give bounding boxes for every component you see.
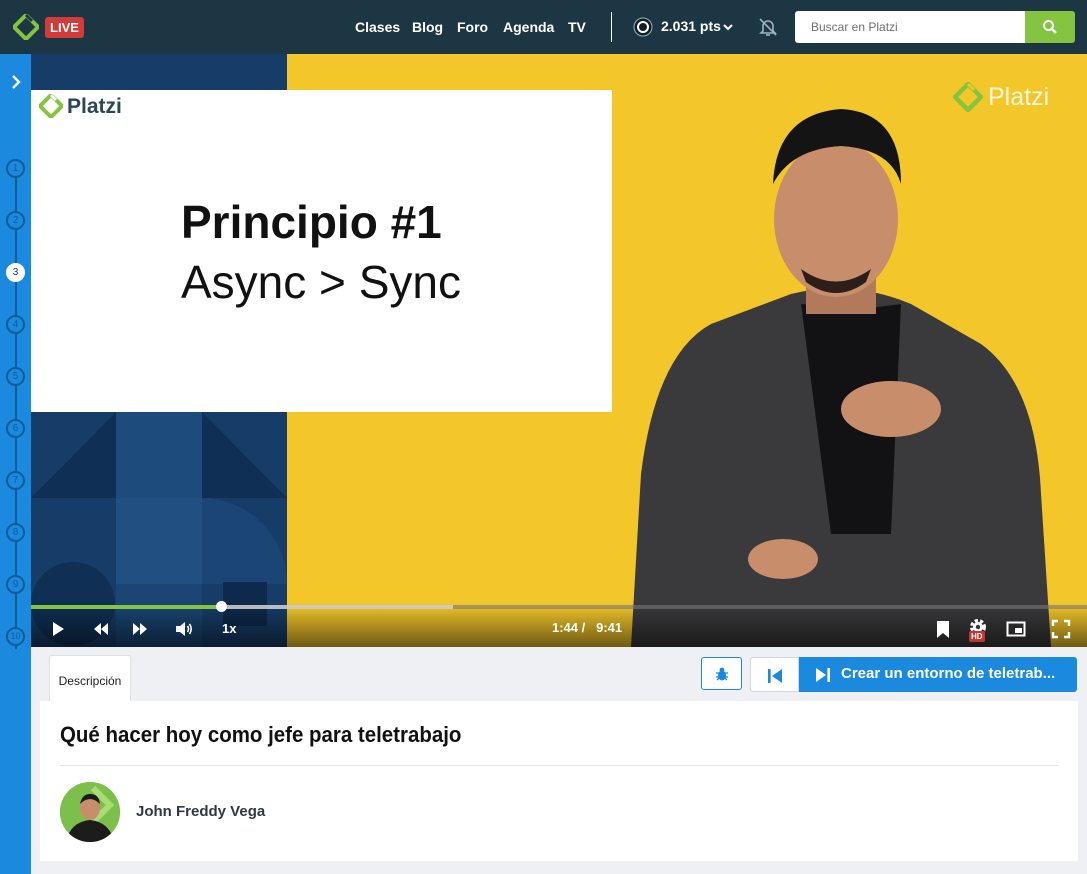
step-9[interactable]: 9 xyxy=(6,575,25,594)
step-5[interactable]: 5 xyxy=(6,367,25,386)
bug-icon xyxy=(716,667,728,681)
nav-foro[interactable]: Foro xyxy=(457,19,488,35)
slide-card: Platzi Principio #1 Async > Sync xyxy=(31,90,612,412)
progress-handle[interactable] xyxy=(216,601,228,612)
search-input[interactable] xyxy=(795,11,1025,43)
nav-divider xyxy=(611,12,612,42)
playback-speed[interactable]: 1x xyxy=(222,621,236,636)
platzi-logo-icon[interactable] xyxy=(13,14,39,40)
volume-icon[interactable] xyxy=(174,619,194,639)
duration: 9:41 xyxy=(596,620,623,635)
class-title: Qué hacer hoy como jefe para teletrabajo xyxy=(60,722,462,747)
step-4[interactable]: 4 xyxy=(6,315,25,334)
points-counter[interactable]: 2.031 pts xyxy=(661,18,721,34)
step-1[interactable]: 1 xyxy=(6,159,25,178)
picture-in-picture-icon[interactable] xyxy=(1006,619,1026,639)
hd-badge: HD xyxy=(969,631,985,642)
play-icon[interactable] xyxy=(48,619,68,639)
live-badge[interactable]: LIVE xyxy=(45,17,84,38)
divider xyxy=(60,765,1058,766)
teacher-avatar[interactable] xyxy=(60,782,120,842)
step-10[interactable]: 10 xyxy=(6,627,25,646)
slide-brand: Platzi xyxy=(67,95,122,118)
chevron-right-icon[interactable] xyxy=(7,73,25,91)
slide-subtitle: Async > Sync xyxy=(181,256,461,308)
platzi-logo-icon xyxy=(39,94,63,118)
next-class-button[interactable]: Crear un entorno de teletrab... xyxy=(799,657,1077,692)
fullscreen-icon[interactable] xyxy=(1051,619,1071,639)
rewind-icon[interactable] xyxy=(91,619,111,639)
forward-icon[interactable] xyxy=(130,619,150,639)
progress-played xyxy=(31,605,222,609)
watermark-logo-icon xyxy=(953,82,983,112)
search-icon xyxy=(1043,20,1057,34)
step-6[interactable]: 6 xyxy=(6,419,25,438)
report-bug-button[interactable] xyxy=(701,657,742,690)
slide-title: Principio #1 xyxy=(181,196,442,248)
chevron-down-icon[interactable] xyxy=(721,20,735,34)
current-time: 1:44 xyxy=(552,620,579,635)
nav-agenda[interactable]: Agenda xyxy=(503,19,554,35)
time-separator: / xyxy=(581,620,586,635)
search-button[interactable] xyxy=(1025,11,1075,43)
nav-clases[interactable]: Clases xyxy=(355,19,400,35)
previous-class-button[interactable] xyxy=(750,657,799,692)
step-7[interactable]: 7 xyxy=(6,471,25,490)
next-class-label: Crear un entorno de teletrab... xyxy=(841,665,1056,682)
teacher-name[interactable]: John Freddy Vega xyxy=(136,803,265,820)
step-2[interactable]: 2 xyxy=(6,211,25,230)
time-display: 1:44 / 9:41 xyxy=(552,620,622,635)
watermark-brand: Platzi xyxy=(988,83,1050,111)
tab-description[interactable]: Descripción xyxy=(49,655,131,701)
teacher-photo xyxy=(60,782,120,842)
class-info-card: Qué hacer hoy como jefe para teletrabajo… xyxy=(40,701,1078,861)
user-avatar-icon[interactable] xyxy=(633,17,653,37)
nav-blog[interactable]: Blog xyxy=(412,19,443,35)
previous-class-icon xyxy=(768,669,782,683)
next-class-icon xyxy=(816,668,830,682)
bookmark-icon[interactable] xyxy=(933,619,953,639)
top-navbar: LIVE Clases Blog Foro Agenda TV 2.031 pt… xyxy=(0,0,1087,54)
video-player[interactable]: Platzi Principio #1 Async > Sync Platzi … xyxy=(31,54,1087,647)
bell-off-icon[interactable] xyxy=(757,16,779,38)
step-3-current[interactable]: 3 xyxy=(6,263,25,282)
nav-tv[interactable]: TV xyxy=(568,19,586,35)
class-progress-rail: 1 2 3 4 5 6 7 8 9 10 xyxy=(0,54,31,874)
step-8[interactable]: 8 xyxy=(6,523,25,542)
